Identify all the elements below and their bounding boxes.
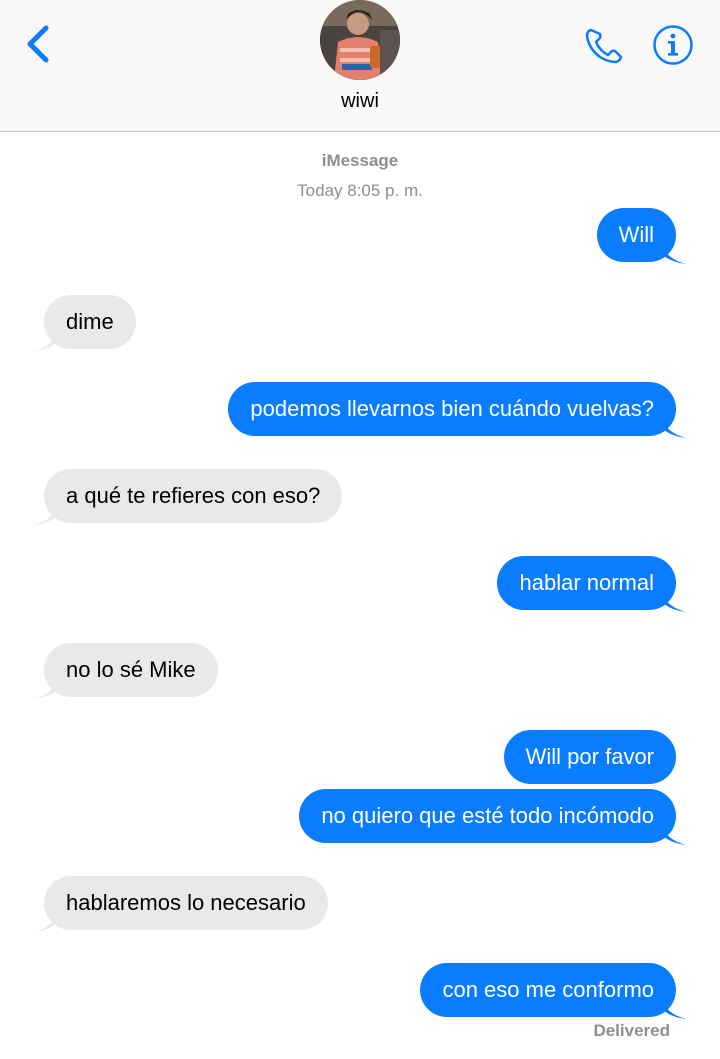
message-text: podemos llevarnos bien cuándo vuelvas? bbox=[250, 396, 654, 421]
chevron-left-icon bbox=[27, 25, 49, 63]
bubble-tail bbox=[662, 590, 686, 612]
message-text: Will bbox=[618, 222, 654, 247]
message-bubble-incoming[interactable]: no lo sé Mike bbox=[34, 643, 218, 699]
timestamp: Today 8:05 p. m. bbox=[297, 181, 423, 200]
info-icon bbox=[653, 25, 693, 65]
service-label: iMessage bbox=[321, 151, 399, 170]
message-bubble-incoming[interactable]: dime bbox=[34, 295, 136, 351]
bubble-tail bbox=[34, 503, 58, 525]
message-bubble-outgoing[interactable]: hablar normal bbox=[497, 556, 686, 612]
avatar[interactable] bbox=[320, 0, 400, 80]
conversation-header: wiwi bbox=[0, 0, 720, 132]
message-bubble-incoming[interactable]: a qué te refieres con eso? bbox=[34, 469, 343, 525]
bubble-tail bbox=[662, 416, 686, 438]
message-bubble-outgoing[interactable]: con eso me conformo bbox=[420, 963, 686, 1019]
bubble-tail bbox=[34, 329, 58, 351]
message-text: hablar normal bbox=[519, 570, 654, 595]
message-text: no lo sé Mike bbox=[66, 657, 196, 682]
message-bubble-outgoing[interactable]: Will bbox=[596, 208, 686, 264]
bubble-tail bbox=[662, 997, 686, 1019]
phone-icon bbox=[585, 28, 623, 64]
call-button[interactable] bbox=[582, 26, 626, 66]
message-text: a qué te refieres con eso? bbox=[66, 483, 321, 508]
message-bubble-outgoing[interactable]: no quiero que esté todo incómodo bbox=[299, 789, 686, 845]
contact-name[interactable]: wiwi bbox=[0, 90, 720, 113]
message-bubble-outgoing[interactable]: Will por favor bbox=[503, 730, 676, 784]
bubble-tail bbox=[662, 242, 686, 264]
delivery-status: Delivered bbox=[593, 1021, 670, 1040]
message-text: no quiero que esté todo incómodo bbox=[321, 803, 654, 828]
message-text: con eso me conformo bbox=[442, 977, 654, 1002]
bubble-tail bbox=[34, 910, 58, 932]
bubble-tail bbox=[34, 677, 58, 699]
bubble-tail bbox=[662, 823, 686, 845]
message-bubble-incoming[interactable]: hablaremos lo necesario bbox=[34, 876, 328, 932]
contact-photo bbox=[320, 0, 400, 80]
back-button[interactable] bbox=[22, 22, 62, 66]
message-text: Will por favor bbox=[525, 744, 654, 769]
message-text: dime bbox=[66, 309, 114, 334]
message-text: hablaremos lo necesario bbox=[66, 890, 306, 915]
info-button[interactable] bbox=[652, 24, 694, 66]
message-bubble-outgoing[interactable]: podemos llevarnos bien cuándo vuelvas? bbox=[228, 382, 686, 438]
